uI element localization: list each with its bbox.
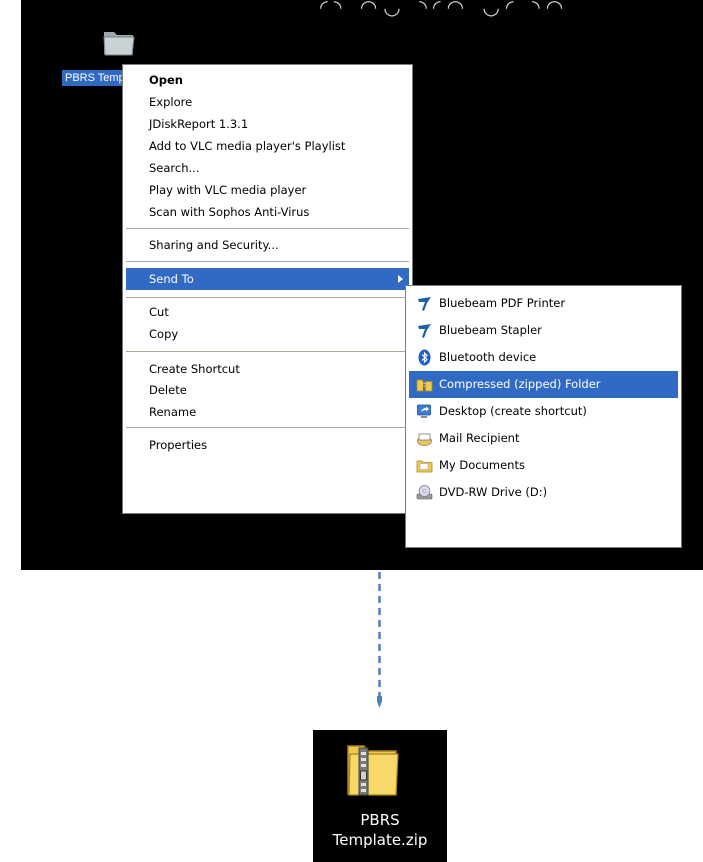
menu-item-send-to[interactable]: Send To — [126, 268, 409, 290]
menu-separator — [126, 351, 409, 352]
dvd-drive-icon — [416, 485, 433, 500]
menu-item-sharing-security[interactable]: Sharing and Security... — [126, 234, 409, 256]
sendto-item-bluebeam-stapler[interactable]: Bluebeam Stapler — [409, 317, 678, 344]
menu-item-copy[interactable]: Copy — [126, 323, 409, 345]
desktop-shortcut-icon — [417, 404, 431, 418]
sendto-item-label: Bluebeam Stapler — [439, 323, 542, 337]
sendto-item-bluetooth-device[interactable]: Bluetooth device — [409, 344, 678, 371]
dashed-connector-arrow — [377, 572, 382, 708]
bluebeam-icon — [418, 324, 431, 338]
folder-icon[interactable] — [101, 24, 137, 60]
menu-item-delete[interactable]: Delete — [126, 379, 409, 401]
zip-result: PBRS Template.zip — [313, 730, 447, 862]
sendto-item-label: Bluebeam PDF Printer — [439, 296, 566, 310]
my-documents-icon — [416, 460, 433, 473]
menu-item-add-to-vlc-playlist[interactable]: Add to VLC media player's Playlist — [126, 135, 409, 157]
context-menu: Open Explore JDiskReport 1.3.1 Add to VL… — [122, 64, 413, 514]
menu-item-rename[interactable]: Rename — [126, 401, 409, 423]
sendto-item-label: DVD-RW Drive (D:) — [439, 485, 548, 499]
zip-folder-icon[interactable] — [346, 740, 400, 798]
menu-separator — [126, 297, 409, 298]
bluetooth-icon — [418, 349, 431, 366]
sendto-item-compressed-zipped-folder[interactable]: Compressed (zipped) Folder — [409, 371, 678, 398]
sendto-item-dvd-rw-drive[interactable]: DVD-RW Drive (D:) — [409, 479, 678, 506]
zip-file-label-line1: PBRS — [360, 811, 400, 829]
bluebeam-icon — [418, 297, 431, 311]
submenu-arrow-icon — [398, 275, 403, 283]
menu-separator — [126, 228, 409, 229]
mail-icon — [417, 433, 432, 446]
decorative-strip: ◜◝ ◠◡ ◝◜◠ ◡◜ ◝◠ — [320, 0, 570, 19]
sendto-item-my-documents[interactable]: My Documents — [409, 452, 678, 479]
sendto-item-label: Compressed (zipped) Folder — [439, 377, 601, 391]
sendto-item-desktop-create-shortcut[interactable]: Desktop (create shortcut) — [409, 398, 678, 425]
sendto-item-label: Bluetooth device — [439, 350, 537, 364]
menu-item-explore[interactable]: Explore — [126, 91, 409, 113]
menu-item-send-to-label: Send To — [149, 272, 194, 286]
menu-item-jdiskreport[interactable]: JDiskReport 1.3.1 — [126, 113, 409, 135]
zip-file-label-line2: Template.zip — [332, 831, 428, 849]
sendto-item-mail-recipient[interactable]: Mail Recipient — [409, 425, 678, 452]
menu-item-search[interactable]: Search... — [126, 157, 409, 179]
menu-item-open[interactable]: Open — [126, 69, 409, 91]
sendto-item-label: Desktop (create shortcut) — [439, 404, 587, 418]
sendto-item-label: My Documents — [439, 458, 525, 472]
sendto-item-label: Mail Recipient — [439, 431, 520, 445]
zip-folder-icon — [416, 379, 433, 392]
menu-item-play-with-vlc[interactable]: Play with VLC media player — [126, 179, 409, 201]
menu-separator — [126, 427, 409, 428]
zip-file-label[interactable]: PBRS Template.zip — [313, 810, 447, 850]
send-to-submenu: Bluebeam PDF Printer Bluebeam Stapler Bl… — [405, 285, 682, 548]
menu-item-properties[interactable]: Properties — [126, 434, 409, 456]
menu-item-scan-sophos[interactable]: Scan with Sophos Anti-Virus — [126, 201, 409, 223]
menu-item-create-shortcut[interactable]: Create Shortcut — [126, 358, 409, 380]
menu-item-cut[interactable]: Cut — [126, 301, 409, 323]
menu-separator — [126, 261, 409, 262]
sendto-item-bluebeam-pdf-printer[interactable]: Bluebeam PDF Printer — [409, 290, 678, 317]
